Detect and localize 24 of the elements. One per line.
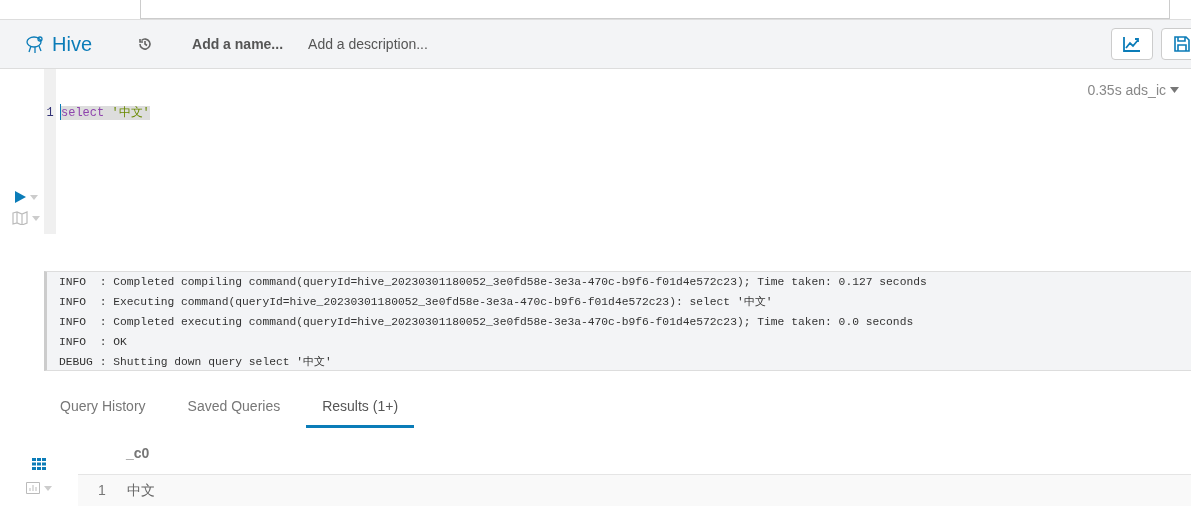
tab[interactable]: Results (1+) bbox=[306, 388, 415, 428]
play-icon[interactable] bbox=[14, 191, 26, 203]
history-icon[interactable] bbox=[138, 37, 152, 51]
caret-icon[interactable] bbox=[1170, 87, 1179, 93]
line-number: 1 bbox=[46, 106, 54, 120]
bee-logo-icon bbox=[24, 33, 46, 55]
tab[interactable]: Saved Queries bbox=[171, 388, 297, 428]
map-icon[interactable] bbox=[12, 211, 28, 225]
chart-button[interactable] bbox=[1111, 28, 1153, 60]
query-description[interactable]: Add a description... bbox=[308, 33, 428, 55]
row-number: 1 bbox=[78, 474, 126, 506]
log-panel: INFO : Completed compiling command(queryId=hive_20230301180052_3e0fd58e-3e3a-470c-b9f6-f01d4e572c23); Time taken: 0.127 seconds INFO : Executing command(queryId=hive_20230301180052_3e0fd58e-3e3a-470c-b9f6-f01d4e572c23): select '中文' INFO : Completed executing command(queryId=hive_20230301180052_3e0fd58e-3e3a-470c-b9f6-f01d4e572c23); Time taken: 0.0 seconds INFO : OK DEBUG : Shutting down query select '中文' bbox=[44, 271, 1191, 371]
column-header[interactable]: _c0 bbox=[126, 434, 1191, 474]
query-name[interactable]: Add a name... bbox=[192, 33, 284, 55]
status-text[interactable]: 0.35s ads_ic bbox=[1087, 80, 1166, 101]
line-chart-icon bbox=[1123, 36, 1141, 52]
save-button[interactable] bbox=[1161, 28, 1191, 60]
tab[interactable]: Query History bbox=[44, 388, 162, 428]
bar-chart-icon[interactable] bbox=[26, 482, 40, 494]
app-title: Hive bbox=[52, 32, 92, 57]
table-cell: 中文 bbox=[126, 474, 1191, 506]
save-icon bbox=[1174, 36, 1190, 52]
code-line[interactable]: select '中文' bbox=[60, 104, 150, 120]
grid-icon[interactable] bbox=[32, 458, 46, 470]
